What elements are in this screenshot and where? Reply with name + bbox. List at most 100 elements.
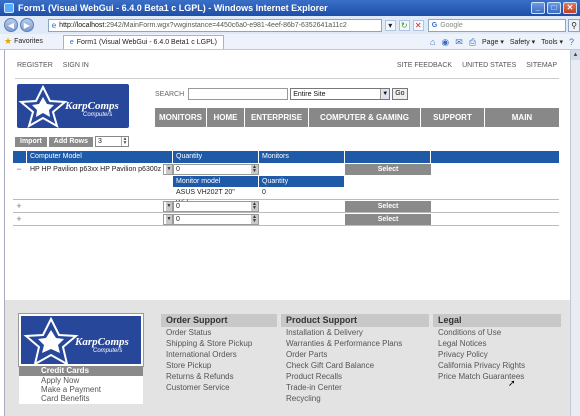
spin-arrows-icon[interactable]: ▲ ▼ bbox=[251, 215, 258, 224]
model-dropdown[interactable]: ▼ bbox=[163, 214, 173, 225]
footer-link[interactable]: Privacy Policy bbox=[433, 349, 561, 360]
footer-link[interactable]: Store Pickup bbox=[161, 360, 277, 371]
quantity-stepper[interactable]: 0 ▲ ▼ bbox=[173, 164, 259, 175]
country-link[interactable]: UNITED STATES bbox=[462, 62, 516, 69]
rows-count-stepper[interactable]: 3 ▲ ▼ bbox=[95, 136, 130, 147]
logo-sub: Computers bbox=[83, 112, 113, 118]
mouse-pointer-icon: ➚ bbox=[508, 378, 516, 388]
computer-model-cell[interactable]: HP HP Pavilion p63xx HP Pavilion p6300z bbox=[27, 164, 173, 175]
chevron-down-icon: ▼ bbox=[380, 89, 390, 99]
monitor-subgrid-row: ASUS VH202T 20" Widescreen 0 bbox=[13, 187, 559, 207]
nav-support[interactable]: SUPPORT bbox=[421, 108, 485, 127]
maximize-button[interactable]: □ bbox=[547, 2, 561, 14]
footer-logo[interactable]: KarpComps Computers bbox=[18, 313, 144, 367]
model-dropdown[interactable]: ▼ bbox=[163, 201, 173, 212]
footer-link[interactable]: Price Match Guarantees bbox=[433, 371, 561, 382]
model-dropdown[interactable]: ▼ bbox=[163, 164, 173, 175]
nav-computer-gaming[interactable]: COMPUTER & GAMING bbox=[309, 108, 421, 127]
spin-arrows-icon[interactable]: ▲ ▼ bbox=[251, 165, 258, 174]
footer-link[interactable]: Returns & Refunds bbox=[161, 371, 277, 382]
footer-link[interactable]: Warranties & Performance Plans bbox=[281, 338, 429, 349]
back-button[interactable]: ◀ bbox=[4, 18, 18, 32]
search-input[interactable] bbox=[188, 88, 289, 100]
page-menu[interactable]: Page ▾ bbox=[482, 38, 504, 46]
table-row: − HP HP Pavilion p63xx HP Pavilion p6300… bbox=[13, 163, 559, 176]
tab-page-icon: e bbox=[69, 38, 74, 46]
collapse-icon[interactable]: − bbox=[15, 163, 23, 176]
grid-actions: Import Add Rows 3 ▲ ▼ bbox=[15, 136, 130, 147]
help-icon[interactable]: ? bbox=[569, 37, 574, 47]
select-button[interactable]: Select bbox=[345, 201, 431, 212]
footer-link[interactable]: Recycling bbox=[281, 393, 429, 404]
quantity-value: 0 bbox=[176, 203, 180, 210]
import-button[interactable]: Import bbox=[15, 136, 47, 147]
tools-menu[interactable]: Tools ▾ bbox=[541, 38, 563, 46]
home-icon[interactable]: ⌂ bbox=[430, 37, 435, 47]
sign-in-link[interactable]: SIGN IN bbox=[63, 62, 89, 69]
minimize-button[interactable]: _ bbox=[531, 2, 545, 14]
expand-icon[interactable]: + bbox=[15, 200, 23, 213]
site-logo[interactable]: KarpComps Computers bbox=[17, 84, 129, 128]
select-button[interactable]: Select bbox=[345, 214, 431, 225]
close-window-button[interactable]: ✕ bbox=[563, 2, 577, 14]
header-filler bbox=[431, 151, 559, 163]
spin-arrows-icon[interactable]: ▲ ▼ bbox=[121, 137, 128, 146]
web-search-button[interactable]: ⚲ bbox=[568, 18, 580, 32]
expand-icon[interactable]: + bbox=[15, 213, 23, 226]
monitor-model-cell[interactable]: ASUS VH202T 20" Widescreen bbox=[173, 187, 259, 207]
nav-home[interactable]: HOME bbox=[207, 108, 245, 127]
vertical-scrollbar[interactable]: ▲ bbox=[570, 50, 580, 416]
dropdown-icon[interactable]: ▾ bbox=[384, 19, 396, 31]
safety-menu[interactable]: Safety ▾ bbox=[510, 38, 535, 46]
print-icon[interactable]: ⎙ bbox=[469, 37, 476, 48]
feeds-icon[interactable]: ◉ bbox=[441, 37, 449, 48]
nav-main[interactable]: MAIN bbox=[485, 108, 559, 127]
select-button[interactable]: Select bbox=[345, 164, 431, 175]
forward-button[interactable]: ▶ bbox=[19, 18, 34, 32]
footer-link[interactable]: Trade-in Center bbox=[281, 382, 429, 393]
scroll-up-icon[interactable]: ▲ bbox=[571, 50, 580, 60]
quantity-stepper[interactable]: 0 ▲ ▼ bbox=[173, 214, 259, 225]
search-scope-select[interactable]: Entire Site ▼ bbox=[290, 88, 391, 100]
search-label: SEARCH bbox=[155, 90, 185, 98]
footer-link[interactable]: Shipping & Store Pickup bbox=[161, 338, 277, 349]
web-search-field[interactable]: G Google bbox=[427, 18, 567, 32]
chevron-down-icon: ▼ bbox=[166, 215, 172, 224]
address-field[interactable]: e http://localhost :2942/MainForm.wgx?vw… bbox=[47, 18, 382, 32]
mail-icon[interactable]: ✉ bbox=[455, 37, 463, 48]
refresh-icon[interactable]: ↻ bbox=[398, 19, 410, 31]
spin-arrows-icon[interactable]: ▲ ▼ bbox=[251, 202, 258, 211]
sitemap-link[interactable]: SITEMAP bbox=[526, 62, 557, 69]
add-rows-button[interactable]: Add Rows bbox=[48, 136, 94, 147]
footer-link[interactable]: Product Recalls bbox=[281, 371, 429, 382]
footer-logo-brand: KarpComps bbox=[75, 336, 129, 348]
favorites-bar: ★ Favorites e Form1 (Visual WebGui - 6.4… bbox=[0, 34, 580, 50]
footer-link[interactable]: Apply Now bbox=[19, 376, 143, 385]
ie-app-icon bbox=[4, 3, 14, 13]
credit-cards-title: Credit Cards bbox=[19, 366, 143, 376]
footer-link[interactable]: International Orders bbox=[161, 349, 277, 360]
footer-link[interactable]: Legal Notices bbox=[433, 338, 561, 349]
footer-link[interactable]: Make a Payment bbox=[19, 385, 143, 394]
browser-tab[interactable]: e Form1 (Visual WebGui - 6.4.0 Beta1 c L… bbox=[62, 34, 224, 49]
favorites-button[interactable]: Favorites bbox=[14, 38, 43, 45]
quantity-stepper[interactable]: 0 ▲ ▼ bbox=[173, 201, 259, 212]
nav-monitors[interactable]: MONITORS bbox=[155, 108, 207, 127]
footer-link[interactable]: Installation & Delivery bbox=[281, 327, 429, 338]
tab-title: Form1 (Visual WebGui - 6.4.0 Beta1 c LGP… bbox=[76, 38, 217, 46]
footer-link[interactable]: Order Parts bbox=[281, 349, 429, 360]
stop-icon[interactable]: ✕ bbox=[412, 19, 424, 31]
footer-link[interactable]: Card Benefits bbox=[19, 394, 143, 403]
footer-link[interactable]: Order Status bbox=[161, 327, 277, 338]
footer-link[interactable]: Customer Service bbox=[161, 382, 277, 393]
register-link[interactable]: REGISTER bbox=[17, 62, 53, 69]
window-titlebar: Form1 (Visual WebGui - 6.4.0 Beta1 c LGP… bbox=[0, 0, 580, 16]
footer-link[interactable]: California Privacy Rights bbox=[433, 360, 561, 371]
go-button[interactable]: Go bbox=[392, 88, 408, 100]
footer-link[interactable]: Conditions of Use bbox=[433, 327, 561, 338]
header-expander bbox=[13, 151, 27, 163]
site-feedback-link[interactable]: SITE FEEDBACK bbox=[397, 62, 452, 69]
nav-enterprise[interactable]: ENTERPRISE bbox=[245, 108, 309, 127]
footer-link[interactable]: Check Gift Card Balance bbox=[281, 360, 429, 371]
monitor-quantity-cell[interactable]: 0 bbox=[259, 187, 345, 198]
